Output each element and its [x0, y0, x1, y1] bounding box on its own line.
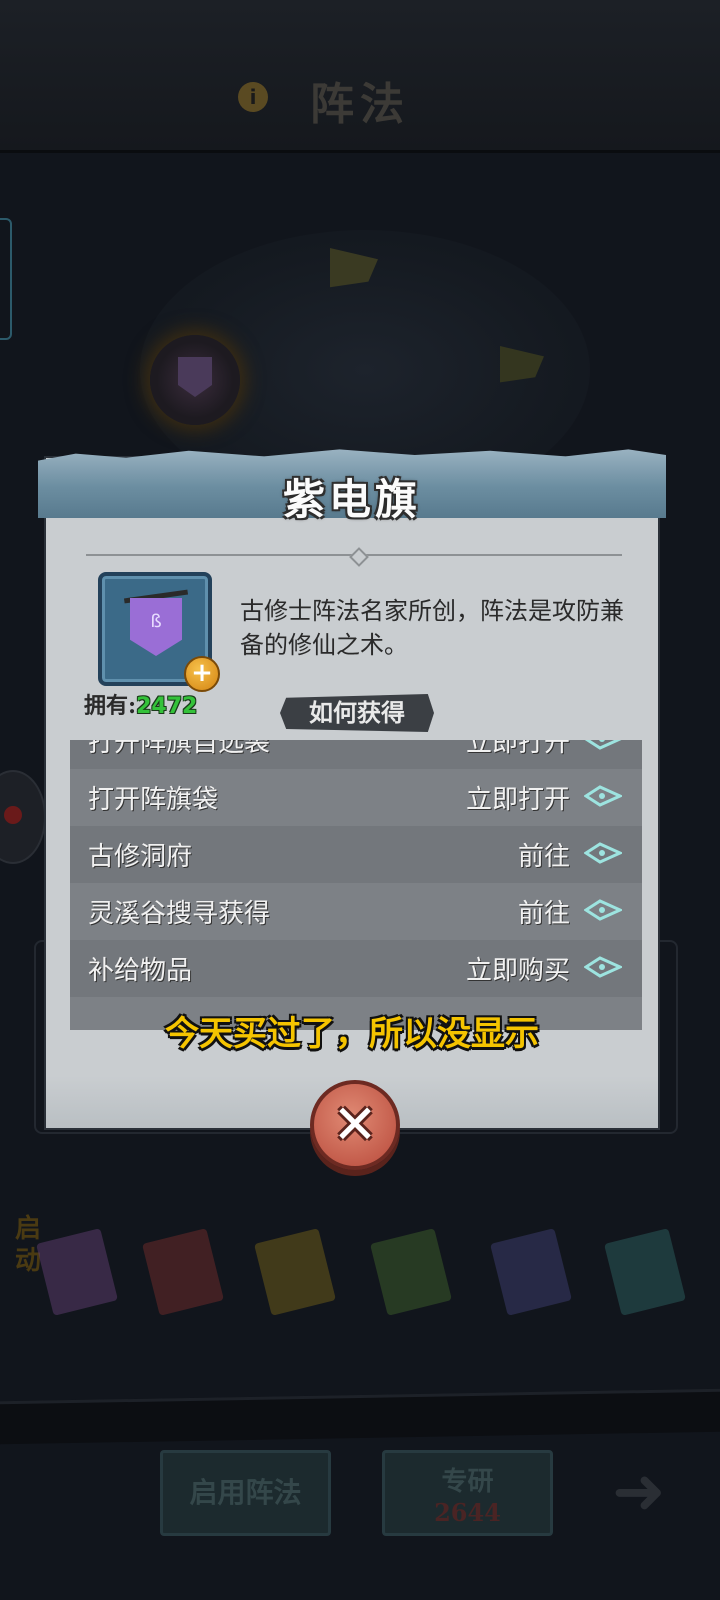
- popup-title: 紫电旗: [282, 475, 421, 524]
- source-row[interactable]: 灵溪谷搜寻获得 前往: [70, 883, 642, 940]
- arrow-diamond-icon[interactable]: [584, 899, 622, 921]
- source-list[interactable]: 打开阵旗自选袋 立即打开 打开阵旗袋 立即打开 古修洞府 前往 灵溪谷搜寻获得 …: [70, 740, 642, 1030]
- orb-dot: [4, 806, 22, 824]
- source-action[interactable]: 立即打开: [466, 740, 570, 759]
- arrow-diamond-icon[interactable]: [584, 785, 622, 807]
- source-row[interactable]: 打开阵旗袋 立即打开: [70, 769, 642, 826]
- how-to-get-label: 如何获得: [280, 694, 434, 732]
- owned-value: 2472: [136, 694, 198, 719]
- flag-emblem: ß: [150, 611, 162, 632]
- formation-book-icon[interactable]: [254, 1228, 336, 1316]
- research-cost: 2644: [434, 1498, 501, 1527]
- side-tab[interactable]: [0, 218, 12, 340]
- source-name: 打开阵旗自选袋: [88, 740, 271, 758]
- item-description: 古修士阵法名家所创，阵法是攻防兼备的修仙之术。: [240, 597, 624, 659]
- close-button[interactable]: ✕: [310, 1080, 400, 1170]
- screen-header: i 阵法: [0, 0, 720, 153]
- arrow-diamond-icon[interactable]: [584, 740, 622, 750]
- next-arrow-icon[interactable]: ➜: [612, 1460, 676, 1524]
- item-info-popup: 紫电旗 ß + 拥有:2472 古修士阵法名家所创，阵法是攻防兼备的修仙之术。 …: [38, 449, 666, 1130]
- formation-book-list: [0, 1195, 720, 1335]
- annotation-caption: 今天买过了，所以没显示: [165, 1014, 539, 1054]
- close-icon: ✕: [332, 1093, 378, 1156]
- source-name: 灵溪谷搜寻获得: [88, 899, 271, 929]
- flag-icon: [178, 357, 212, 397]
- formation-book-icon[interactable]: [604, 1228, 686, 1316]
- divider-ornament: [349, 547, 369, 567]
- owned-label: 拥有:: [84, 693, 137, 719]
- arrow-diamond-icon[interactable]: [584, 842, 622, 864]
- source-action[interactable]: 立即购买: [466, 950, 570, 987]
- screen-title: 阵法: [310, 79, 410, 130]
- source-row[interactable]: 古修洞府 前往: [70, 826, 642, 883]
- owned-count: 拥有:2472: [84, 688, 197, 720]
- bottom-divider: [0, 1388, 720, 1445]
- research-label: 专研: [441, 1467, 494, 1497]
- purple-flag-slot[interactable]: [150, 335, 240, 425]
- add-item-button[interactable]: +: [184, 656, 220, 692]
- research-button[interactable]: 专研 2644: [382, 1450, 553, 1536]
- formation-book-icon[interactable]: [490, 1228, 572, 1316]
- formation-book-icon[interactable]: [370, 1228, 452, 1316]
- source-action[interactable]: 立即打开: [466, 779, 570, 816]
- arrow-diamond-icon[interactable]: [584, 956, 622, 978]
- source-row[interactable]: 补给物品 立即购买: [70, 940, 642, 997]
- side-orb-button[interactable]: [0, 770, 46, 864]
- source-name: 补给物品: [88, 956, 193, 986]
- source-name: 古修洞府: [88, 842, 193, 872]
- source-action[interactable]: 前往: [518, 836, 570, 873]
- enable-formation-button[interactable]: 启用阵法: [160, 1450, 331, 1536]
- formation-book-icon[interactable]: [142, 1228, 224, 1316]
- source-name: 打开阵旗袋: [88, 785, 219, 815]
- formation-book-icon[interactable]: [36, 1228, 118, 1316]
- source-row[interactable]: 打开阵旗自选袋 立即打开: [70, 740, 642, 769]
- source-action[interactable]: 前往: [518, 893, 570, 930]
